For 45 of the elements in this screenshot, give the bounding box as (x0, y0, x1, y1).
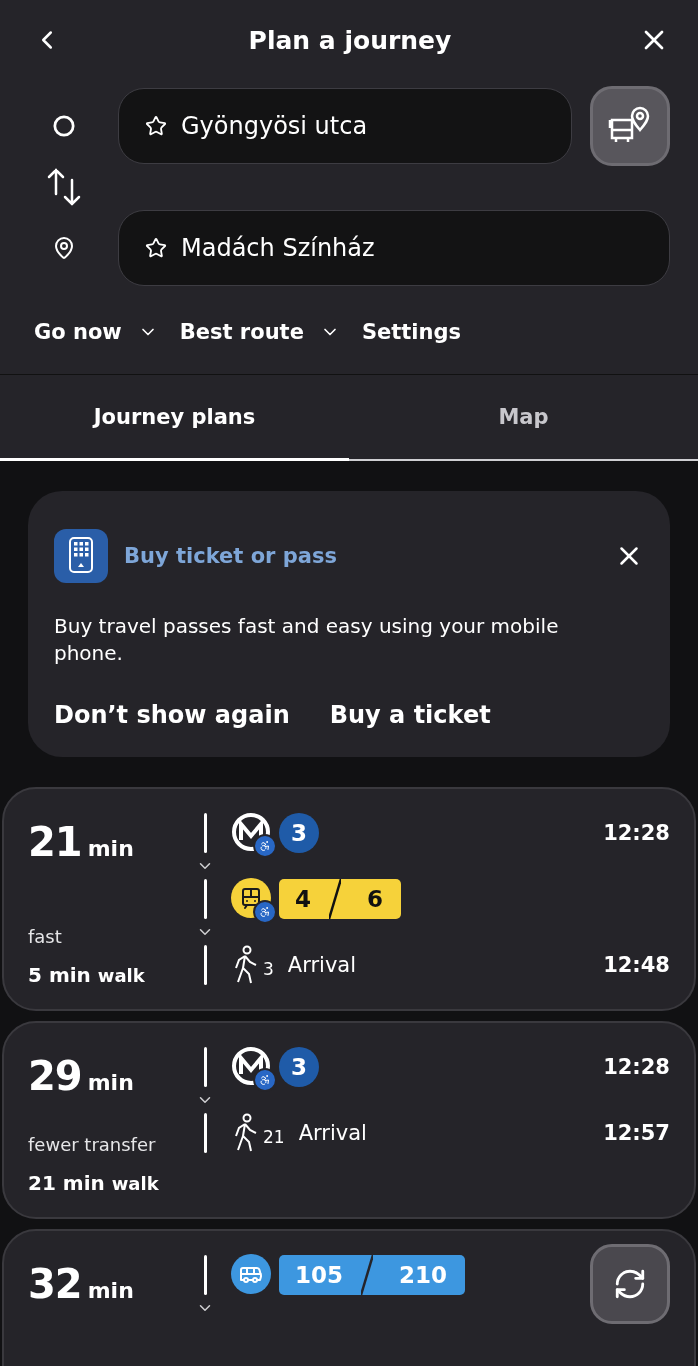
route-duration: 21 min (28, 819, 135, 865)
nearby-stops-button[interactable] (590, 86, 670, 166)
promo-action[interactable]: Buy a ticket (329, 701, 491, 729)
tab[interactable]: Journey plans (0, 375, 349, 461)
ticket-app-icon (54, 529, 108, 583)
line-badge: 3 (279, 1047, 319, 1087)
page-title: Plan a journey (248, 25, 452, 55)
promo-title: Buy ticket or pass (124, 544, 338, 568)
route-tag: fast (28, 926, 204, 947)
promo-action[interactable]: Don’t show again (54, 701, 290, 729)
walk-minutes: 3 (263, 959, 274, 979)
filter-dropdown[interactable]: Go now (34, 314, 158, 350)
metro-icon (231, 812, 271, 852)
swap-icon[interactable] (46, 166, 82, 208)
route-card[interactable]: 32 min 105 210 (2, 1229, 696, 1366)
walk-time: 21 min walk (28, 1171, 160, 1195)
destination-icon (52, 236, 76, 260)
destination-field[interactable]: Madách Színház (118, 210, 670, 286)
line-badge: 3 (279, 813, 319, 853)
departure-time: 12:48 (603, 953, 670, 977)
route-duration: 32 min (28, 1261, 135, 1307)
star-icon[interactable] (145, 115, 167, 137)
line-badge: 105 210 (279, 1255, 466, 1295)
refresh-button[interactable] (590, 1244, 670, 1324)
origin-icon (53, 115, 75, 137)
filter-dropdown[interactable]: Best route (179, 314, 340, 350)
departure-time: 12:57 (603, 1121, 670, 1145)
arrival-label: Arrival (298, 1121, 367, 1145)
route-card[interactable]: 29 min fewer transfer 21 min walk 3 12:28 21 Arrival 12:57 (2, 1021, 696, 1219)
route-duration: 29 min (28, 1053, 135, 1099)
filter-dropdown[interactable]: Settings (361, 314, 461, 350)
promo-text: Buy travel passes fast and easy using your mobile phone. (54, 613, 560, 667)
origin-field[interactable]: Gyöngyösi utca (118, 88, 572, 164)
line-badge: 4 6 (279, 879, 402, 919)
star-icon[interactable] (145, 237, 167, 259)
route-card[interactable]: 21 min fast 5 min walk 3 12:28 4 6 3 Arrival 12:48 (2, 787, 696, 1011)
departure-time: 12:28 (603, 821, 670, 845)
tab[interactable]: Map (349, 375, 698, 461)
route-tag: fewer transfer (28, 1134, 204, 1155)
metro-icon (231, 1046, 271, 1086)
arrival-label: Arrival (287, 953, 357, 977)
refresh-icon (613, 1267, 647, 1301)
walk-minutes: 21 (263, 1127, 285, 1147)
walk-time: 5 min walk (28, 963, 146, 987)
departure-time: 12:28 (603, 1055, 670, 1079)
